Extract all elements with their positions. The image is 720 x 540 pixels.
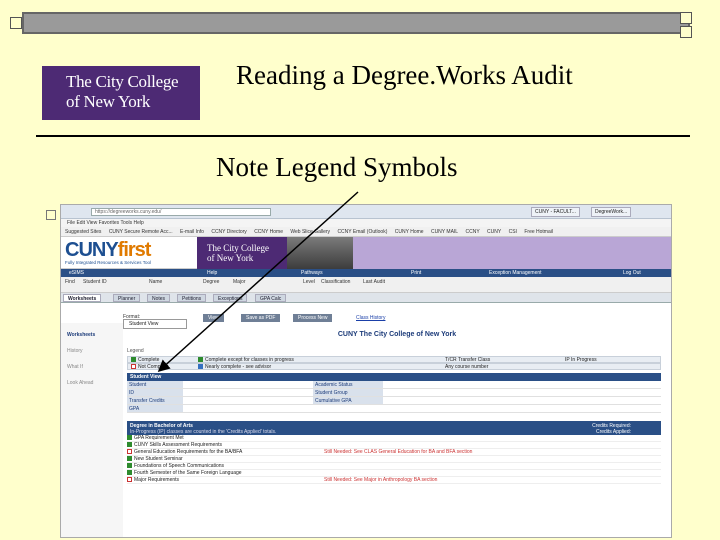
left-nav-history[interactable]: History (67, 343, 117, 359)
browser-tab-cuny[interactable]: CUNY - FACULT... (531, 207, 580, 217)
student-search-bar: Find Student ID Name Degree Major Level … (61, 277, 671, 293)
logo-line-2: of New York (66, 92, 151, 111)
left-nav-look-ahead[interactable]: Look Ahead (67, 375, 117, 391)
bullet-square (46, 210, 56, 220)
not-complete-icon (131, 364, 136, 369)
left-nav: Worksheets History What If Look Ahead (61, 323, 123, 537)
format-select[interactable]: Student View (123, 319, 187, 329)
tab-worksheets[interactable]: Worksheets (63, 294, 102, 302)
list-item: CUNY Skills Assessment Requirements (127, 442, 661, 449)
fav-item[interactable]: CSI (509, 229, 517, 235)
title-divider (36, 135, 690, 137)
audit-main: Format: Student View View Save as PDF Pr… (123, 313, 671, 537)
fav-item[interactable]: Web Slice Gallery (290, 229, 330, 235)
browser-tab-degreeworks[interactable]: DegreeWork... (591, 207, 632, 217)
nav-print[interactable]: Print (411, 269, 421, 277)
cunyfirst-header: CUNYfirst Fully Integrated Resources & S… (61, 237, 671, 269)
ccny-banner: The City College of New York (197, 237, 287, 269)
tab-notes[interactable]: Notes (147, 294, 171, 302)
list-item: New Student Seminar (127, 456, 661, 463)
tab-planner[interactable]: Planner (113, 294, 141, 302)
url-field[interactable]: https://degreeworks.cuny.edu/ (91, 208, 271, 216)
legend-label: Legend (127, 348, 144, 354)
audit-title: CUNY The City College of New York (337, 331, 457, 338)
fav-item[interactable]: CCNY Directory (211, 229, 246, 235)
student-view-header: Student View (127, 373, 661, 381)
tab-petitions[interactable]: Petitions (177, 294, 207, 302)
tab-exceptions[interactable]: Exceptions (213, 294, 248, 302)
student-info: Student Academic Status ID Student Group T… (127, 381, 661, 413)
list-item: Foundations of Speech Communications (127, 463, 661, 470)
legend-row-1: Complete Complete except for classes in … (127, 356, 661, 363)
fav-item[interactable]: CUNY (487, 229, 501, 235)
nav-esims[interactable]: eSIMS (69, 269, 84, 277)
legend: Legend Complete Complete except for clas… (127, 348, 661, 370)
corner-square-left (10, 17, 22, 29)
header-band (353, 237, 671, 269)
process-new-button[interactable]: Process New (293, 314, 333, 322)
fav-item[interactable]: CUNY MAIL (431, 229, 458, 235)
class-history-link[interactable]: Class History (351, 314, 390, 322)
browser-address-bar: https://degreeworks.cuny.edu/ CUNY - FAC… (61, 205, 671, 219)
logo-line-1: The City College (66, 72, 179, 91)
ccny-logo: The City College of New York (42, 66, 200, 120)
degree-block-header: Degree in Bachelor of Arts In-Progress (… (127, 421, 661, 435)
nav-exception[interactable]: Exception Management (489, 269, 542, 277)
fav-item[interactable]: CUNY Secure Remote Acc... (109, 229, 173, 235)
list-item: Major Requirements Still Needed: See Majo… (127, 477, 661, 484)
fav-item[interactable]: CCNY Home (254, 229, 283, 235)
nearly-complete-icon (198, 364, 203, 369)
slide-subtitle: Note Legend Symbols (216, 152, 458, 182)
nav-logout[interactable]: Log Out (623, 269, 641, 277)
complete-check-icon (131, 357, 136, 362)
degreeworks-screenshot: https://degreeworks.cuny.edu/ CUNY - FAC… (60, 204, 672, 538)
worksheet-tabs: Worksheets Planner Notes Petitions Excep… (61, 293, 671, 303)
fav-item[interactable]: CUNY Home (395, 229, 424, 235)
fav-item[interactable]: CCNY Email (Outlook) (337, 229, 387, 235)
left-nav-what-if[interactable]: What If (67, 359, 117, 375)
cunyfirst-logo: CUNYfirst (65, 239, 151, 261)
degreeworks-nav: eSIMS Help Pathways Print Exception Mana… (61, 269, 671, 277)
list-item: General Education Requirements for the B… (127, 449, 661, 456)
list-item: GPA Requirement Met (127, 435, 661, 442)
fav-item[interactable]: E-mail Info (180, 229, 204, 235)
corner-square-right-top (680, 12, 692, 24)
audit-toolbar: Format: Student View View Save as PDF Pr… (123, 313, 671, 329)
fav-item[interactable]: Suggested Sites (65, 229, 101, 235)
fav-item[interactable]: Free Hotmail (524, 229, 553, 235)
corner-square-right-bottom (680, 26, 692, 38)
requirement-list: GPA Requirement Met CUNY Skills Assessme… (127, 435, 661, 484)
browser-menu-bar[interactable]: File Edit View Favorites Tools Help (61, 219, 671, 227)
save-pdf-button[interactable]: Save as PDF (241, 314, 281, 322)
cunyfirst-tagline: Fully Integrated Resources & Services To… (65, 260, 151, 265)
campus-photo (287, 237, 353, 269)
fav-item[interactable]: CCNY (465, 229, 479, 235)
tab-gpa-calc[interactable]: GPA Calc (255, 294, 287, 302)
legend-row-2: Not Complete Nearly complete - see advis… (127, 363, 661, 370)
nav-help[interactable]: Help (207, 269, 217, 277)
complete-ip-icon (198, 357, 203, 362)
nav-pathways[interactable]: Pathways (301, 269, 323, 277)
favorites-bar: Suggested Sites CUNY Secure Remote Acc..… (61, 227, 671, 237)
slide-top-bar (10, 12, 692, 38)
slide-title: Reading a Degree.Works Audit (236, 60, 573, 90)
list-item: Fourth Semester of the Same Foreign Lang… (127, 470, 661, 477)
left-nav-worksheets[interactable]: Worksheets (67, 327, 117, 343)
view-button[interactable]: View (203, 314, 224, 322)
